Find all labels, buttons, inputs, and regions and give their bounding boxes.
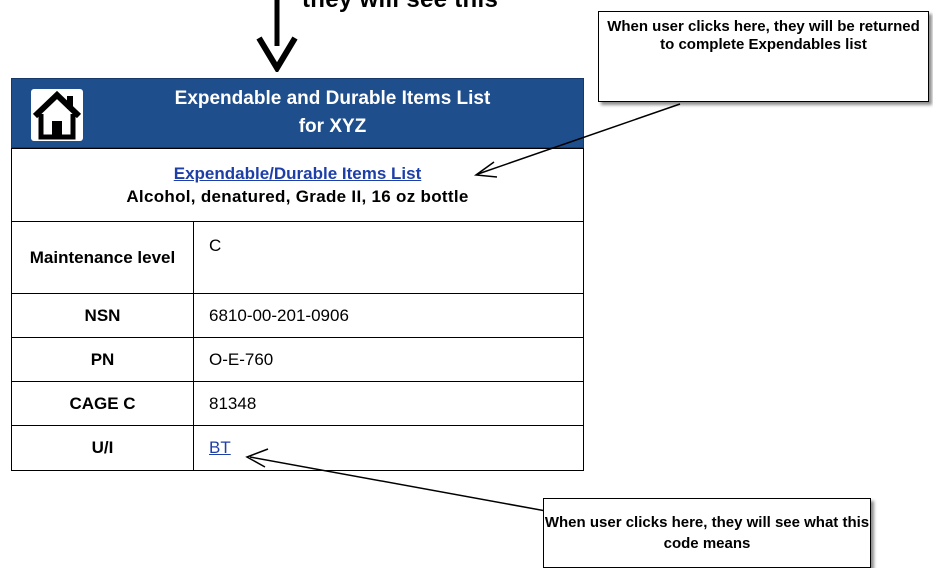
callout-unit-code-meaning: When user clicks here, they will see wha… — [543, 498, 871, 568]
summary-row: Expendable/Durable Items List Alcohol, d… — [11, 148, 584, 222]
row-label-maintenance-level: Maintenance level — [11, 221, 194, 294]
unit-of-issue-link[interactable]: BT — [209, 438, 231, 457]
page-title: Expendable and Durable Items List for XY… — [82, 85, 583, 141]
table-row: U/I BT — [11, 425, 584, 471]
row-value-nsn: 6810-00-201-0906 — [193, 293, 584, 338]
page-header: Expendable and Durable Items List for XY… — [11, 78, 584, 148]
table-row: PN O-E-760 — [11, 337, 584, 382]
title-line-1: Expendable and Durable Items List — [174, 88, 491, 109]
row-label-pn: PN — [11, 337, 194, 382]
expendable-list-link[interactable]: Expendable/Durable Items List — [174, 164, 422, 184]
item-details-table: Expendable/Durable Items List Alcohol, d… — [11, 148, 584, 471]
down-arrow-icon — [256, 0, 298, 72]
row-value-unit-of-issue: BT — [193, 425, 584, 471]
row-label-nsn: NSN — [11, 293, 194, 338]
table-row: Maintenance level C — [11, 221, 584, 294]
row-value-pn: O-E-760 — [193, 337, 584, 382]
home-icon — [31, 89, 83, 141]
item-name: Alcohol, denatured, Grade II, 16 oz bott… — [126, 186, 469, 206]
row-label-cage-code: CAGE C — [11, 381, 194, 426]
home-button[interactable] — [30, 87, 84, 143]
summary-cell: Expendable/Durable Items List Alcohol, d… — [11, 148, 584, 222]
title-line-2: for XYZ — [298, 116, 367, 137]
row-value-cage-code: 81348 — [193, 381, 584, 426]
table-row: NSN 6810-00-201-0906 — [11, 293, 584, 338]
callout-return-to-list: When user clicks here, they will be retu… — [598, 11, 929, 102]
row-label-unit-of-issue: U/I — [11, 425, 194, 471]
row-value-maintenance-level: C — [193, 221, 584, 294]
table-row: CAGE C 81348 — [11, 381, 584, 426]
top-caption: they will see this — [302, 0, 498, 14]
